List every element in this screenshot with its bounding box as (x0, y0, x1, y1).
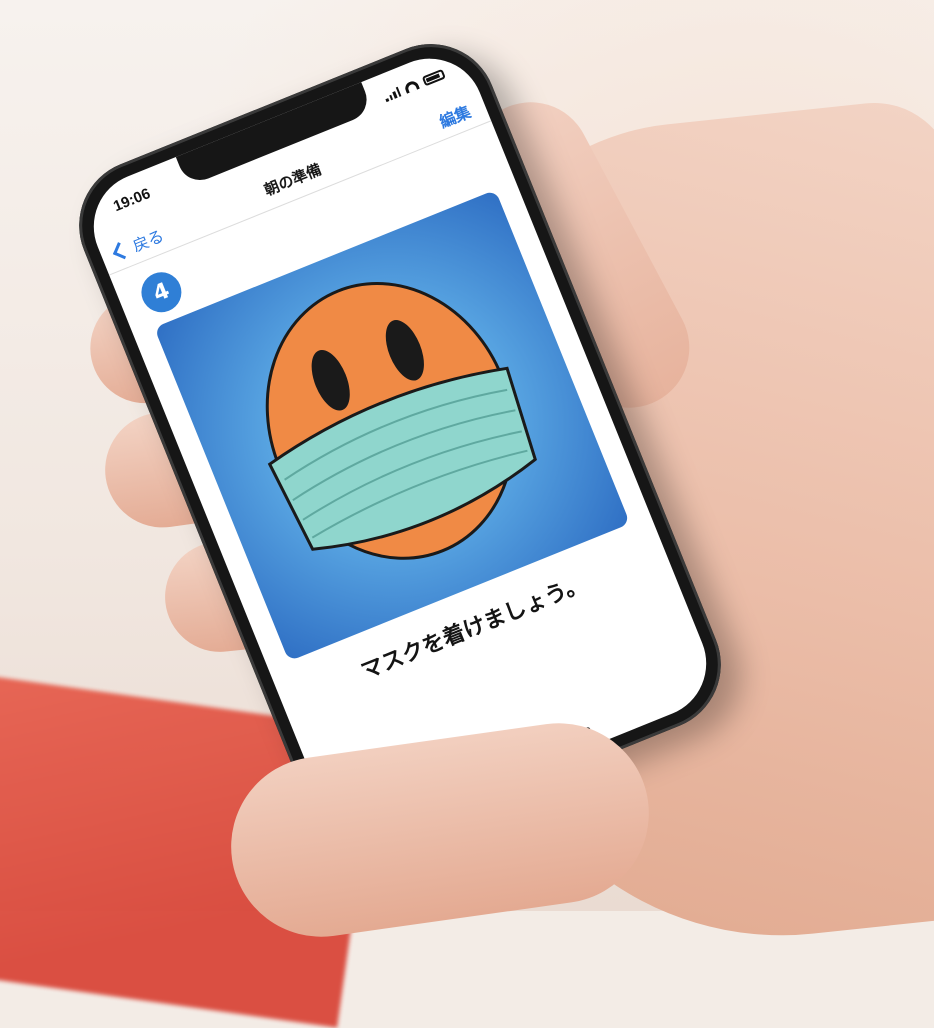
cellular-signal-icon (383, 86, 402, 103)
back-label: 戻る (129, 226, 167, 256)
status-icons (383, 68, 446, 103)
back-button[interactable]: 戻る (111, 222, 167, 263)
page-title: 朝の準備 (261, 159, 324, 199)
wifi-icon (403, 79, 420, 94)
battery-icon (421, 68, 446, 87)
edit-button[interactable]: 編集 (435, 98, 474, 132)
step-number-badge: 4 (135, 266, 188, 319)
status-time: 19:06 (110, 184, 153, 215)
chevron-left-icon (112, 241, 130, 259)
